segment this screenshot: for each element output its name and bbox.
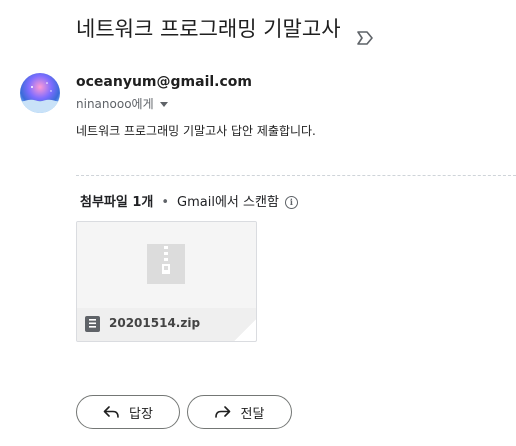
forward-icon [214,406,230,418]
attachment-count: 첨부파일 1개 [80,195,154,210]
email-body: 네트워크 프로그래밍 기말고사 답안 제출합니다. [76,124,316,138]
forward-button[interactable]: 전달 [187,395,292,429]
reply-icon [103,406,119,418]
sender-avatar[interactable] [20,73,60,113]
attachments-divider [76,175,516,176]
attachment-filename[interactable]: 20201514.zip [109,316,200,330]
separator-dot: • [161,195,170,210]
attachments-header: 첨부파일 1개 • Gmail에서 스캔함 i [80,191,298,210]
recipient-label: ninanooo에게 [76,97,154,111]
attachment-preview[interactable] [77,222,256,308]
recipient-details[interactable]: ninanooo에게 [76,95,168,112]
info-icon[interactable]: i [284,196,298,209]
important-label-icon[interactable] [357,23,374,45]
attachment-card[interactable]: 20201514.zip [76,221,257,342]
scan-note: Gmail에서 스캔함 [177,195,279,210]
chevron-down-icon[interactable] [159,102,168,107]
page-fold-cover [234,319,256,341]
zip-icon [147,244,185,284]
sender-email[interactable]: oceanyum@gmail.com [76,74,252,90]
reply-label: 답장 [129,406,153,422]
forward-label: 전달 [240,406,265,422]
reply-button[interactable]: 답장 [76,395,180,429]
archive-file-icon [85,316,100,332]
subject-text: 네트워크 프로그래밍 기말고사 [76,17,341,41]
email-subject: 네트워크 프로그래밍 기말고사 [76,14,374,45]
attachment-footer[interactable]: 20201514.zip [77,308,256,341]
